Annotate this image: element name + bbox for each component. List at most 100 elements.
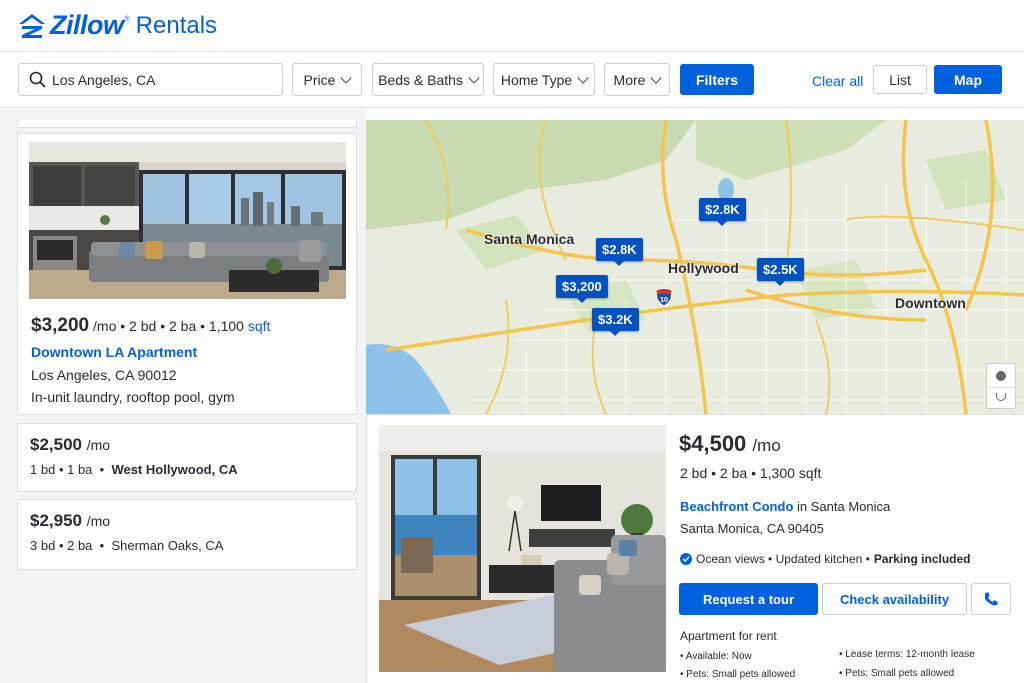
price-unit: /mo: [752, 436, 781, 455]
chevron-down-icon: [577, 71, 589, 84]
listing-beds: 1 bd: [30, 462, 56, 477]
logo-word: Zillow: [50, 10, 124, 40]
more-dropdown-label: More: [613, 71, 646, 88]
list-view-button[interactable]: List: [873, 65, 927, 94]
search-filter-bar: Price Beds & Baths Home Type More Filter…: [0, 52, 1024, 108]
separator: •: [200, 318, 209, 334]
map-price-pin[interactable]: $2.8K: [596, 238, 643, 266]
listing-price: $2,950: [30, 511, 82, 530]
home-type-dropdown[interactable]: Home Type: [493, 63, 595, 96]
bullet-text: Pets: Small pets allowed: [686, 669, 796, 680]
separator: •: [96, 538, 112, 553]
zoom-out-icon[interactable]: [996, 393, 1006, 401]
price-dropdown[interactable]: Price: [292, 63, 362, 96]
map-label-hollywood: Hollywood: [668, 260, 739, 276]
clear-all-link[interactable]: Clear all: [812, 73, 863, 89]
detail-price-line: $4,500 /mo: [679, 431, 781, 457]
listing-card-partial: [17, 120, 357, 128]
map-view-button[interactable]: Map: [934, 65, 1002, 94]
listings-panel: $3,200 /mo • 2 bd • 2 ba • 1,100 sqft Do…: [0, 108, 366, 683]
map-price-pin[interactable]: $3,200: [556, 275, 608, 303]
bullet-text: Pets: Small pets allowed: [845, 668, 955, 679]
listing-price: $3,200: [31, 315, 90, 336]
detail-title-suffix: in Santa Monica: [797, 499, 891, 514]
request-tour-button[interactable]: Request a tour: [679, 583, 818, 615]
chevron-down-icon: [468, 71, 480, 84]
map-price-pin[interactable]: $3.2K: [592, 308, 639, 336]
separator: •: [160, 318, 169, 334]
locate-icon[interactable]: [996, 371, 1006, 381]
header: Zillow ® Rentals: [0, 0, 1024, 52]
listing-price: $2,500: [30, 435, 82, 454]
price-dropdown-label: Price: [303, 71, 336, 88]
listing-address: Los Angeles, CA 90012: [31, 367, 177, 383]
listing-beds: 3 bd: [30, 538, 56, 553]
check-availability-button[interactable]: Check availability: [822, 583, 967, 615]
listing-card[interactable]: $2,500 /mo 1 bd • 1 ba • West Hollywood,…: [17, 423, 357, 492]
detail-bullet: • Available: Now: [680, 651, 752, 662]
search-box[interactable]: [18, 63, 283, 96]
listing-detail-card: $4,500 /mo 2 bd • 2 ba • 1,300 sqft Beac…: [366, 414, 1024, 683]
listing-info: 3 bd • 2 ba • Sherman Oaks, CA: [30, 538, 223, 553]
listing-sqft-label: sqft: [247, 318, 271, 334]
map-price-pin[interactable]: $2.8K: [699, 198, 746, 226]
detail-address: Santa Monica, CA 90405: [680, 521, 824, 536]
features-bold: Parking included: [873, 552, 971, 566]
listing-features: In-unit laundry, rooftop pool, gym: [31, 389, 235, 405]
map-view[interactable]: 10 Santa Monica Hollywood Downtown $2.8K…: [366, 120, 1024, 414]
listing-baths: 2 ba: [67, 538, 93, 553]
trademark-symbol: ®: [124, 16, 130, 23]
listing-baths: 2 ba: [168, 318, 197, 334]
detail-photo[interactable]: [379, 425, 666, 672]
check-circle-icon: [680, 553, 692, 565]
filters-button[interactable]: Filters: [680, 64, 754, 95]
shield-number: 10: [660, 297, 668, 304]
price-unit: /mo: [86, 437, 111, 453]
detail-bullet: • Pets: Small pets allowed: [839, 668, 955, 679]
listing-title-link[interactable]: Downtown LA Apartment: [31, 344, 197, 360]
listing-info: 1 bd • 1 ba • West Hollywood, CA: [30, 462, 238, 477]
listing-card-featured[interactable]: $3,200 /mo • 2 bd • 2 ba • 1,100 sqft Do…: [17, 133, 357, 415]
search-input[interactable]: [52, 71, 272, 88]
listing-price-line: $3,200 /mo • 2 bd • 2 ba • 1,100 sqft: [31, 315, 270, 337]
detail-facts: 2 bd • 2 ba • 1,300 sqft: [680, 465, 822, 481]
phone-icon: [984, 592, 998, 606]
listing-beds: 2 bd: [129, 318, 157, 334]
detail-features: Ocean views • Updated kitchen • Parking …: [680, 552, 971, 566]
divider: [987, 387, 1015, 388]
detail-title-line: Beachfront Condo in Santa Monica: [680, 499, 890, 514]
listing-baths: 1 ba: [67, 462, 93, 477]
price-unit: /mo: [93, 318, 117, 334]
detail-price: $4,500: [679, 431, 747, 456]
map-controls: [986, 363, 1016, 409]
home-type-dropdown-label: Home Type: [500, 71, 573, 88]
chevron-down-icon: [340, 71, 353, 84]
more-dropdown[interactable]: More: [604, 63, 670, 96]
separator: •: [96, 462, 112, 477]
detail-bullet: • Lease terms: 12-month lease: [839, 649, 975, 660]
price-unit: /mo: [86, 513, 111, 529]
map-price-pin[interactable]: $2.5K: [757, 258, 804, 286]
detail-subtitle: Apartment for rent: [680, 629, 777, 643]
listing-location: West Hollywood, CA: [111, 462, 238, 477]
map-label-downtown: Downtown: [895, 295, 966, 311]
phone-button[interactable]: [971, 583, 1011, 615]
separator: •: [58, 462, 68, 477]
interstate-shield-icon: 10: [655, 288, 673, 307]
beds-baths-dropdown-label: Beds & Baths: [378, 71, 463, 88]
bullet-text: Available: Now: [685, 651, 752, 662]
separator: •: [120, 318, 130, 334]
listing-price-line: $2,950 /mo: [30, 511, 110, 531]
detail-title-link[interactable]: Beachfront Condo: [680, 499, 793, 514]
zillow-logo[interactable]: Zillow ® Rentals: [18, 10, 217, 41]
listing-location: Sherman Oaks, CA: [111, 538, 224, 553]
separator: •: [58, 538, 68, 553]
zillow-house-icon: [19, 13, 45, 38]
beds-baths-dropdown[interactable]: Beds & Baths: [372, 63, 484, 96]
search-icon: [29, 71, 46, 88]
detail-bullet: • Pets: Small pets allowed: [680, 669, 796, 680]
listing-card[interactable]: $2,950 /mo 3 bd • 2 ba • Sherman Oaks, C…: [17, 499, 357, 570]
listing-price-line: $2,500 /mo: [30, 435, 110, 455]
bullet-text: Lease terms: 12-month lease: [845, 649, 975, 660]
listing-photo[interactable]: [29, 142, 346, 299]
